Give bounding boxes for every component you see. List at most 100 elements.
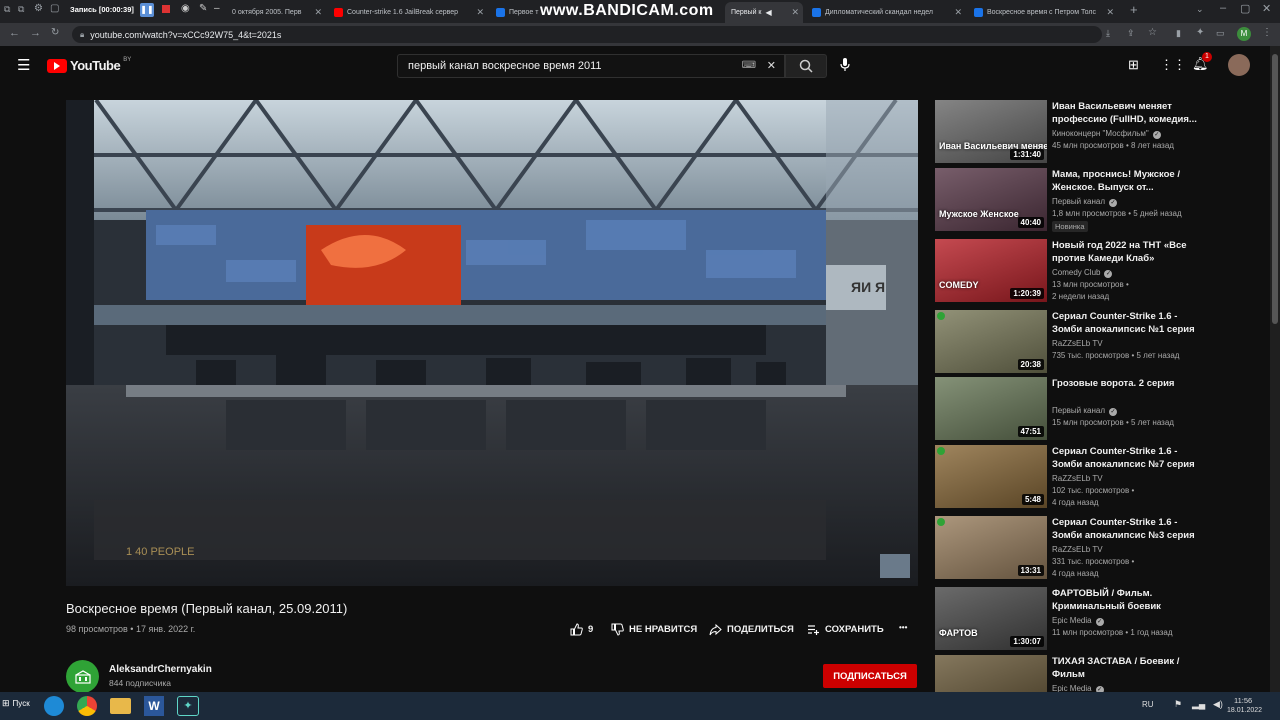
close-icon[interactable]: ✕ (791, 7, 799, 18)
settings-icon[interactable]: ⚙ (34, 3, 43, 14)
window-icon[interactable]: ⧉ (4, 4, 10, 15)
back-icon[interactable]: ← (9, 27, 20, 39)
omnibox[interactable]: 🔒︎ youtube.com/watch?v=xCCc92W75_4&t=202… (72, 26, 1102, 43)
volume-icon[interactable]: ◀) (1213, 699, 1223, 710)
bookmark-star-icon[interactable]: ☆ (1148, 27, 1157, 38)
recommendation-item[interactable]: Мужское Женское 40:40 Мама, проснись! Мужс… (935, 168, 1265, 232)
youtube-logo[interactable]: YouTube BY (47, 57, 131, 73)
save-button[interactable]: СОХРАНИТЬ (807, 623, 884, 636)
recommendation-channel[interactable]: RaZZsELb TV (1052, 545, 1103, 554)
recommendation-channel[interactable]: Первый канал ✓ (1052, 406, 1117, 416)
recommendation-item[interactable]: COMEDY 1:20:39 Новый год 2022 на ТНТ «Все … (935, 239, 1265, 303)
channel-name[interactable]: AleksandrChernyakin (109, 664, 212, 675)
create-video-icon[interactable]: ⊞ (1128, 57, 1139, 73)
search-input[interactable]: первый канал воскресное время 2011 ⌨ ✕ (397, 54, 785, 78)
scrollbar-thumb[interactable] (1272, 54, 1278, 324)
signal-icon[interactable]: ▂▄ (1192, 699, 1205, 710)
like-button[interactable]: 9 (570, 623, 593, 636)
reload-icon[interactable]: ↻ (51, 27, 59, 38)
new-tab-button[interactable]: + (1130, 2, 1138, 17)
language-indicator[interactable]: RU (1142, 700, 1154, 709)
start-button[interactable]: ⊞ Пуск (2, 698, 30, 709)
video-player[interactable]: ЯИ Я 1 40 PEOPLE (66, 100, 918, 586)
recommendation-title[interactable]: ТИХАЯ ЗАСТАВА / Боевик / Фильм (1052, 655, 1202, 681)
recommendation-channel[interactable]: RaZZsELb TV (1052, 474, 1103, 483)
search-button[interactable] (785, 54, 827, 78)
hamburger-menu-icon[interactable]: ☰ (17, 56, 30, 74)
recommendation-channel[interactable]: Первый канал ✓ (1052, 197, 1117, 207)
close-icon[interactable]: ✕ (1106, 7, 1114, 18)
menu-kebab-icon[interactable]: ⋮ (1262, 27, 1272, 38)
clear-search-icon[interactable]: ✕ (767, 59, 776, 72)
tab-search-icon[interactable]: ⌄ (1196, 4, 1204, 15)
recommendation-item[interactable]: ФАРТОВ 1:30:07 ФАРТОВЫЙ / Фильм. Криминаль… (935, 587, 1265, 651)
recommendation-item[interactable]: 5:48 Сериал Counter-Strike 1.6 - Зомби ап… (935, 445, 1265, 509)
close-icon[interactable]: ✕ (314, 7, 322, 18)
install-icon[interactable]: ⤓ (1106, 28, 1110, 39)
video-thumbnail[interactable]: 5:48 (935, 445, 1047, 508)
pen-icon[interactable]: ✎ (199, 3, 207, 14)
puzzle-icon[interactable]: ✦ (1196, 27, 1204, 38)
tab-2[interactable]: Counter-strike 1.6 JailBreak сервер ✕ (328, 2, 488, 23)
camera-icon[interactable]: ◉ (181, 3, 190, 14)
recommendation-title[interactable]: ФАРТОВЫЙ / Фильм. Криминальный боевик (1052, 587, 1202, 613)
keyboard-icon[interactable]: ⌨ (742, 60, 756, 71)
dislike-button[interactable]: НЕ НРАВИТСЯ (611, 623, 697, 636)
chrome-browser-icon[interactable] (77, 696, 97, 716)
account-avatar[interactable] (1228, 54, 1250, 76)
recommendation-title[interactable]: Грозовые ворота. 2 серия (1052, 377, 1202, 390)
video-thumbnail[interactable]: Иван Васильевич меняет профе1:31:40 (935, 100, 1047, 163)
voice-search-button[interactable] (834, 54, 856, 76)
subscribe-button[interactable]: ПОДПИСАТЬСЯ (823, 664, 917, 688)
recommendation-item[interactable]: Иван Васильевич меняет профе1:31:40Иван … (935, 100, 1265, 164)
recommendation-title[interactable]: Мама, проснись! Мужское / Женское. Выпус… (1052, 168, 1202, 194)
clock-time[interactable]: 11:56 (1234, 696, 1252, 705)
recommendation-title[interactable]: Сериал Counter-Strike 1.6 - Зомби апокал… (1052, 516, 1202, 542)
recommendation-title[interactable]: Новый год 2022 на ТНТ «Все против Камеди… (1052, 239, 1202, 265)
page-scrollbar[interactable] (1270, 46, 1280, 692)
recommendation-title[interactable]: Сериал Counter-Strike 1.6 - Зомби апокал… (1052, 445, 1202, 471)
apps-grid-icon[interactable]: ⋮⋮ (1160, 57, 1186, 73)
recommendation-channel[interactable]: Киноконцерн "Мосфильм" ✓ (1052, 129, 1161, 139)
network-flag-icon[interactable]: ⚑ (1174, 699, 1182, 710)
restore-icon[interactable]: ⧉ (18, 4, 24, 15)
close-icon[interactable]: ✕ (476, 7, 484, 18)
extension-icon[interactable]: ▮ (1176, 28, 1181, 39)
share-page-icon[interactable]: ⇪ (1127, 28, 1135, 39)
recommendation-item[interactable]: 47:51 Грозовые ворота. 2 серия Первый кана… (935, 377, 1265, 441)
video-thumbnail[interactable]: 13:31 (935, 516, 1047, 579)
sidebar-icon[interactable]: ▭ (1216, 28, 1225, 39)
recommendation-title[interactable]: Иван Васильевич меняет профессию (FullHD… (1052, 100, 1202, 126)
video-thumbnail[interactable]: 20:38 (935, 310, 1047, 373)
maximize-button[interactable]: ▢ (1240, 2, 1250, 15)
recommendation-item[interactable]: 13:31 Сериал Counter-Strike 1.6 - Зомби а… (935, 516, 1265, 580)
tab-5[interactable]: Дипломатический скандал недел ✕ (806, 2, 966, 23)
bandicam-app-icon[interactable]: ✦ (177, 696, 199, 716)
video-thumbnail[interactable]: 47:51 (935, 377, 1047, 440)
forward-icon[interactable]: → (30, 27, 41, 39)
recommendation-channel[interactable]: RaZZsELb TV (1052, 339, 1103, 348)
minimize-recorder-icon[interactable]: – (214, 3, 220, 14)
minimize-button[interactable]: – (1220, 2, 1226, 14)
close-window-button[interactable]: ✕ (1262, 2, 1271, 15)
close-icon[interactable]: ✕ (954, 7, 962, 18)
file-explorer-icon[interactable] (110, 698, 131, 714)
recommendation-channel[interactable]: Epic Media ✓ (1052, 616, 1104, 626)
tab-1[interactable]: 0 октября 2005. Перв ✕ (226, 2, 326, 23)
recommendation-item[interactable]: 20:38 Сериал Counter-Strike 1.6 - Зомби а… (935, 310, 1265, 374)
profile-avatar[interactable]: M (1237, 27, 1251, 41)
stop-icon[interactable] (162, 5, 170, 13)
recommendation-channel[interactable]: Comedy Club ✓ (1052, 268, 1113, 278)
more-actions-button[interactable]: ••• (899, 623, 907, 632)
tab-4-active[interactable]: Первый к ◀ ✕ (725, 2, 803, 23)
word-icon[interactable]: W (144, 696, 164, 716)
tab-6[interactable]: Воскресное время с Петром Толс ✕ (968, 2, 1118, 23)
video-thumbnail[interactable]: ФАРТОВ 1:30:07 (935, 587, 1047, 650)
channel-avatar[interactable] (66, 660, 99, 693)
recommendation-title[interactable]: Сериал Counter-Strike 1.6 - Зомби апокал… (1052, 310, 1202, 336)
pause-icon[interactable]: ❚❚ (140, 3, 154, 17)
video-thumbnail[interactable]: COMEDY 1:20:39 (935, 239, 1047, 302)
edge-browser-icon[interactable] (44, 696, 64, 716)
share-button[interactable]: ПОДЕЛИТЬСЯ (709, 623, 794, 636)
video-thumbnail[interactable]: Мужское Женское 40:40 (935, 168, 1047, 231)
